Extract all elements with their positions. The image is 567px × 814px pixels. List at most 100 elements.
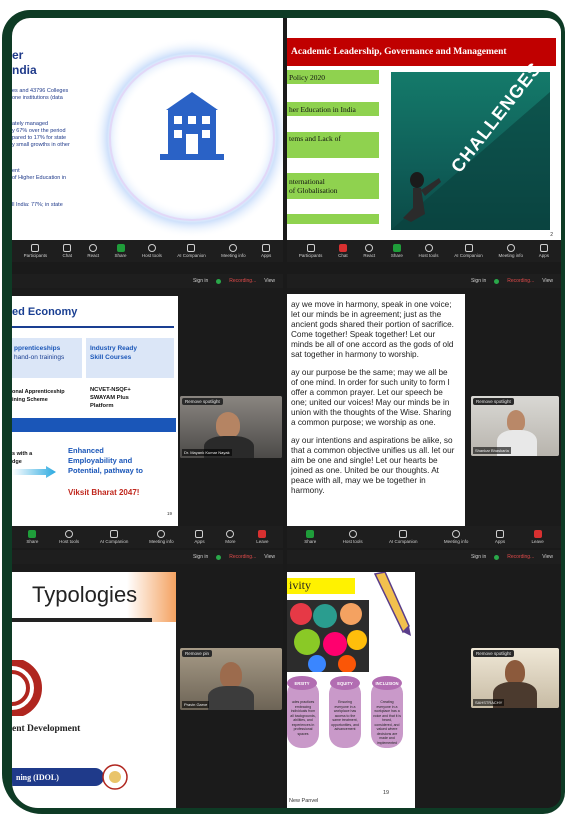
view-menu-5[interactable]: View — [264, 554, 275, 560]
leave-button-4[interactable]: Leave — [531, 530, 544, 544]
remove-spotlight-button-4[interactable]: Remove spotlight — [473, 398, 514, 405]
apps-icon — [195, 530, 204, 538]
remove-spotlight-button[interactable]: Remove spotlight — [182, 398, 223, 405]
heart-icon — [89, 244, 98, 252]
colorful-gears-image — [287, 600, 369, 672]
recording-indicator-5[interactable]: Recording... — [229, 554, 256, 560]
toolbar-right-top: Participants Chat React Share Host tools… — [287, 240, 561, 262]
share-label-2: Share — [390, 253, 403, 258]
meeting-info-button-4[interactable]: Meeting info — [443, 530, 469, 544]
meeting-info-button[interactable]: Meeting info — [221, 244, 246, 258]
view-menu-6[interactable]: View — [542, 554, 553, 560]
react-button[interactable]: React — [87, 244, 99, 258]
ai-companion-button-4[interactable]: AI Companion — [389, 530, 418, 544]
slide5-title: Typologies — [32, 582, 138, 607]
slide3-box-apprenticeships: pprenticeships hand-on trainings — [12, 338, 82, 378]
host-tools-button[interactable]: Host tools — [142, 244, 162, 258]
slide3-row2-left-1: onal Apprenticeship — [12, 389, 65, 395]
recording-indicator[interactable]: Recording... — [229, 278, 256, 284]
remove-spotlight-button-6[interactable]: Remove spotlight — [473, 650, 514, 657]
security-icon — [494, 554, 500, 560]
pill2-text: Ensuring everyone in a workplace has acc… — [331, 700, 359, 731]
slide1-text3b: of Higher Education in — [12, 175, 67, 181]
share-button-2[interactable]: Share — [391, 244, 403, 258]
slide1-text4: ll India: 77%; in state — [12, 202, 63, 208]
sign-in-link-4[interactable]: Sign in — [471, 278, 486, 284]
prayer-text: ay we move in harmony, speak in one voic… — [291, 300, 455, 504]
participant-face — [220, 662, 242, 688]
chat-label: Chat — [62, 253, 73, 258]
slide1-text1b: one institutions (data — [12, 95, 63, 101]
chat-button-2[interactable]: Chat — [338, 244, 348, 258]
meeting-info-label: Meeting info — [221, 253, 246, 258]
participant-name: Dr. Mayank Kumar Nayak — [182, 449, 232, 456]
ai-companion-button-3[interactable]: AI Companion — [100, 530, 128, 544]
participant-body — [208, 686, 254, 710]
slide1-para1: es and 43796 Colleges one institutions (… — [12, 88, 68, 102]
sign-in-link-5[interactable]: Sign in — [193, 554, 208, 560]
share-button-3[interactable]: Share — [26, 530, 38, 544]
participants-button-2[interactable]: Participants — [298, 244, 323, 258]
slide1-title-line1: er — [12, 48, 24, 62]
video-participant-4[interactable]: Remove spotlight Shankar Bhaskarla — [471, 396, 559, 456]
heart-icon — [365, 244, 374, 252]
sign-in-link[interactable]: Sign in — [193, 278, 208, 284]
info-icon — [229, 244, 238, 252]
view-menu[interactable]: View — [264, 278, 275, 284]
chat-icon — [338, 244, 347, 252]
ai-companion-button-2[interactable]: AI Companion — [454, 244, 483, 258]
video-participant-6[interactable]: Remove spotlight SAHSTRACHY — [471, 648, 559, 708]
slide2-box-systems: tems and Lack of — [287, 132, 379, 158]
participant-face — [216, 412, 240, 438]
pill3-head: INCLUSION — [372, 676, 402, 690]
leave-button-3[interactable]: Leave — [256, 530, 269, 544]
video-participant-3[interactable]: Remove spotlight Dr. Mayank Kumar Nayak — [180, 396, 282, 458]
chat-button[interactable]: Chat — [62, 244, 73, 258]
slide3-arrow-left-1: s with a — [12, 451, 33, 457]
slide1-title-line2: ndia — [12, 63, 37, 77]
share-icon — [392, 244, 401, 252]
share-button[interactable]: Share — [115, 244, 127, 258]
meeting-info-label-4: Meeting info — [443, 539, 469, 544]
toolbar-left-mid: Share Host tools AI Companion Meeting in… — [12, 526, 283, 548]
host-tools-button-2[interactable]: Host tools — [419, 244, 439, 258]
recording-indicator-6[interactable]: Recording... — [507, 554, 534, 560]
slide-5: Typologies ent Development ning (IDOL) — [12, 572, 176, 808]
slide2-box4-line2: of Globalisation — [289, 186, 338, 195]
host-tools-button-4[interactable]: Host tools — [343, 530, 363, 544]
apps-button-2[interactable]: Apps — [539, 244, 549, 258]
meeting-info-button-2[interactable]: Meeting info — [499, 244, 523, 258]
apps-button-3[interactable]: Apps — [194, 530, 205, 544]
apps-button-4[interactable]: Apps — [495, 530, 505, 544]
toolbar-left-top: Participants Chat React Share Host tools… — [12, 240, 283, 262]
right-arrow-icon — [12, 466, 56, 478]
ai-companion-button[interactable]: AI Companion — [177, 244, 206, 258]
sign-in-link-6[interactable]: Sign in — [471, 554, 486, 560]
view-menu-4[interactable]: View — [542, 278, 553, 284]
host-tools-button-3[interactable]: Host tools — [59, 530, 79, 544]
slide3-box-right-1: Industry Ready — [90, 345, 137, 352]
participants-label-2: Participants — [298, 253, 323, 258]
react-button-2[interactable]: React — [363, 244, 375, 258]
slide1-para4: ll India: 77%; in state — [12, 202, 63, 209]
share-button-4[interactable]: Share — [304, 530, 316, 544]
share-label-3: Share — [26, 539, 39, 544]
meeting-info-button-3[interactable]: Meeting info — [149, 530, 174, 544]
video-participant-5[interactable]: Remove pin Pravin Garve — [180, 648, 282, 710]
pill-equity: Ensuring everyone in a workplace has acc… — [329, 680, 361, 748]
slide6-page-num: 19 — [383, 790, 390, 796]
participants-button[interactable]: Participants — [24, 244, 47, 258]
toolbar-right-mid: Share Host tools AI Companion Meeting in… — [287, 526, 561, 548]
pencil-icon — [373, 572, 411, 636]
apps-label-3: Apps — [194, 539, 205, 544]
prayer-para-2: ay our purpose be the same; may we all b… — [291, 368, 452, 427]
more-button-3[interactable]: More — [225, 530, 236, 544]
prayer-para-1: ay we move in harmony, speak in one voic… — [291, 300, 454, 359]
shield-icon — [348, 530, 357, 538]
recording-indicator-4[interactable]: Recording... — [507, 278, 534, 284]
remove-pin-button[interactable]: Remove pin — [182, 650, 213, 657]
apps-button[interactable]: Apps — [261, 244, 271, 258]
slide6-footer: New Panvel — [289, 798, 319, 804]
sparkle-icon — [399, 530, 408, 538]
slide3-arrow-left-2: dge — [12, 459, 22, 465]
